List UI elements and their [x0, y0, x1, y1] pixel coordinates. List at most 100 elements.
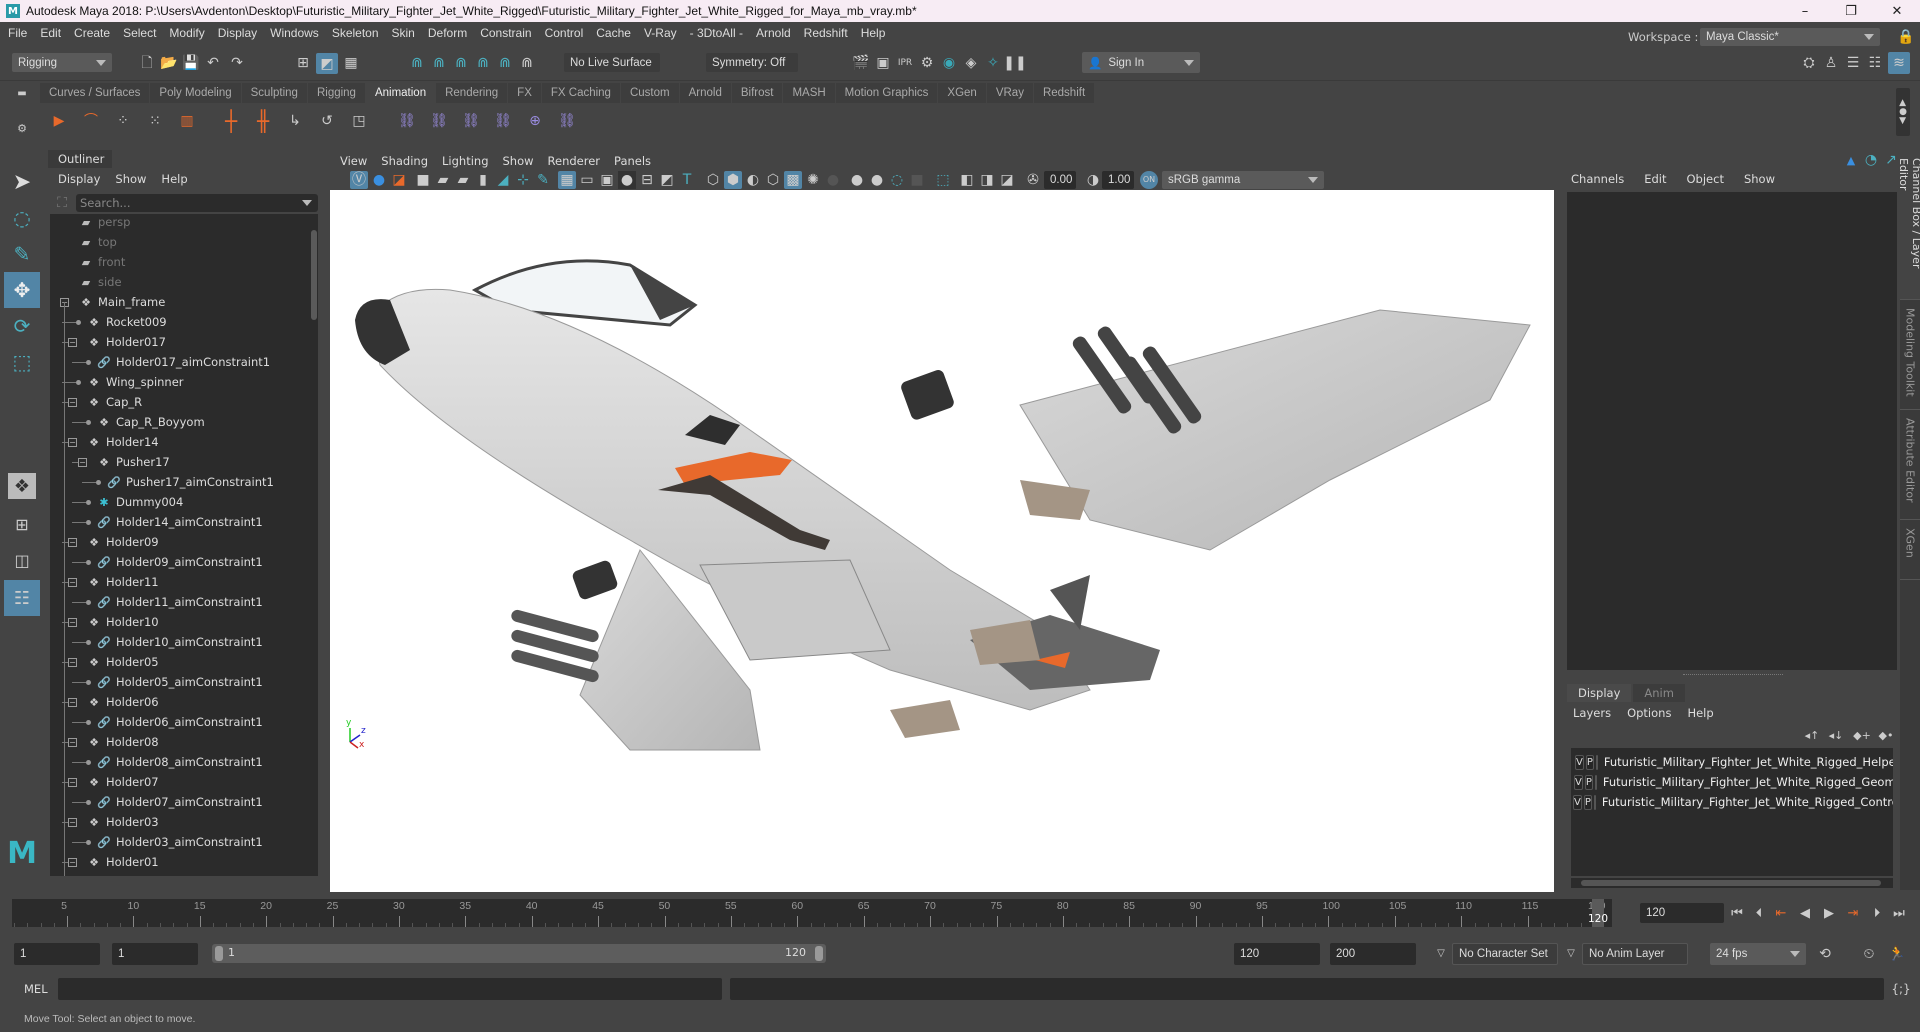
- shelf-tab-motion-graphics[interactable]: Motion Graphics: [835, 83, 938, 103]
- side-tab-modeling-toolkit[interactable]: Modeling Toolkit: [1900, 300, 1920, 410]
- collapse-toggle-icon[interactable]: −: [68, 698, 77, 707]
- grease-pencil-icon[interactable]: ✎: [534, 171, 552, 189]
- depth-of-field-icon[interactable]: ■: [908, 171, 926, 189]
- gate-mask-icon[interactable]: ●: [618, 171, 636, 189]
- new-layer-icon[interactable]: ◆+: [1853, 728, 1871, 742]
- outliner-menu-help[interactable]: Help: [161, 172, 187, 186]
- playback-start-field[interactable]: 1: [112, 943, 198, 965]
- display-type-toggle[interactable]: [1594, 774, 1597, 790]
- collapse-toggle-icon[interactable]: −: [68, 658, 77, 667]
- joint-icon[interactable]: ╫: [250, 108, 276, 134]
- playback-toggle[interactable]: P: [1584, 774, 1593, 790]
- shelf-scroll-icon[interactable]: ▲ ● ▼: [1896, 88, 1910, 136]
- go-to-start-button[interactable]: ⏮: [1728, 903, 1746, 923]
- save-scene-icon[interactable]: 💾: [182, 54, 200, 72]
- shelf-tab-curves-surfaces[interactable]: Curves / Surfaces: [40, 83, 150, 103]
- bookmark-icon[interactable]: ▮: [474, 171, 492, 189]
- gamma-field[interactable]: 1.00: [1102, 171, 1134, 189]
- modeling-toolkit-icon[interactable]: ⛭: [1800, 54, 1818, 72]
- shelf-tab-poly-modeling[interactable]: Poly Modeling: [150, 83, 241, 103]
- workspace-dropdown[interactable]: Maya Classic*: [1700, 28, 1880, 46]
- select-component-icon[interactable]: ▦: [342, 54, 360, 72]
- menu-skin[interactable]: Skin: [392, 26, 415, 40]
- outliner-item[interactable]: 🔗 Holder06_aimConstraint1: [96, 712, 263, 732]
- outliner-item[interactable]: 🔗 Holder017_aimConstraint1: [96, 352, 270, 372]
- shelf-tab-rendering[interactable]: Rendering: [436, 83, 508, 103]
- layer-menu-help[interactable]: Help: [1687, 706, 1713, 720]
- render-region-icon[interactable]: ◪: [390, 171, 408, 189]
- gamma-icon[interactable]: ◑: [1084, 171, 1102, 189]
- four-view-layout[interactable]: ⊞: [4, 506, 40, 542]
- shelf-tab-bifrost[interactable]: Bifrost: [731, 83, 783, 103]
- side-tab-attribute-editor[interactable]: Attribute Editor: [1900, 410, 1920, 520]
- scale-joint-icon[interactable]: ◳: [346, 108, 372, 134]
- menu-display[interactable]: Display: [218, 26, 257, 40]
- shelf-tab-fx[interactable]: FX: [508, 83, 541, 103]
- play-backwards-button[interactable]: ◀: [1796, 903, 1814, 923]
- layer-tab-anim[interactable]: Anim: [1633, 684, 1685, 702]
- symmetry-dropdown[interactable]: Symmetry: Off: [706, 53, 798, 72]
- ambient-occlusion-icon[interactable]: ●: [848, 171, 866, 189]
- image-plane-icon[interactable]: ◢: [494, 171, 512, 189]
- render-view-icon[interactable]: 🎬: [852, 54, 870, 72]
- shelf-tab-sculpting[interactable]: Sculpting: [241, 83, 307, 103]
- field-chart-icon[interactable]: ⊟: [638, 171, 656, 189]
- color-management-toggle-icon[interactable]: ON: [1140, 171, 1158, 189]
- shelf-tab-rigging[interactable]: Rigging: [307, 83, 365, 103]
- layer-tab-display[interactable]: Display: [1567, 684, 1632, 702]
- camera-select-icon[interactable]: ■: [414, 171, 432, 189]
- lasso-tool[interactable]: ◌: [4, 200, 40, 236]
- viewport-menu-view[interactable]: View: [340, 154, 367, 168]
- exposure-field[interactable]: 0.00: [1044, 171, 1076, 189]
- outliner-layout[interactable]: ☷: [4, 580, 40, 616]
- play-forwards-button[interactable]: ▶: [1820, 903, 1838, 923]
- outliner-tab[interactable]: Outliner: [48, 150, 112, 168]
- move-layer-up-icon[interactable]: ◂↑: [1803, 728, 1821, 742]
- character-set-field[interactable]: No Character Set: [1452, 943, 1558, 965]
- current-frame-field[interactable]: 120: [1640, 903, 1724, 923]
- playback-toggle[interactable]: P: [1585, 754, 1594, 770]
- collapse-toggle-icon[interactable]: −: [68, 438, 77, 447]
- pole-vector-constraint-icon[interactable]: ⛓: [554, 108, 580, 134]
- layer-hscrollbar[interactable]: [1571, 878, 1893, 888]
- menu-redshift[interactable]: Redshift: [804, 26, 848, 40]
- visibility-toggle[interactable]: V: [1574, 774, 1583, 790]
- outliner-item[interactable]: ❖ Holder01: [86, 852, 159, 872]
- collapse-toggle-icon[interactable]: −: [68, 778, 77, 787]
- menu-3dtoall[interactable]: - 3DtoAll -: [690, 26, 743, 40]
- range-slider[interactable]: 1 120: [212, 944, 826, 963]
- collapse-toggle-icon[interactable]: −: [68, 338, 77, 347]
- menu-cache[interactable]: Cache: [596, 26, 631, 40]
- step-back-key-button[interactable]: ⇤: [1772, 903, 1790, 923]
- outliner-item[interactable]: 🔗 Holder08_aimConstraint1: [96, 752, 263, 772]
- snap-point-icon[interactable]: ⋒: [452, 54, 470, 72]
- collapse-toggle-icon[interactable]: −: [68, 858, 77, 867]
- step-back-frame-button[interactable]: ⏴: [1750, 903, 1768, 923]
- step-forward-key-button[interactable]: ⇥: [1844, 903, 1862, 923]
- menu-skeleton[interactable]: Skeleton: [332, 26, 379, 40]
- outliner-item[interactable]: ▰ top: [78, 232, 117, 252]
- anim-layer-field[interactable]: No Anim Layer: [1582, 943, 1688, 965]
- viewport-canvas[interactable]: y z x: [330, 190, 1554, 892]
- outliner-menu-display[interactable]: Display: [58, 172, 100, 186]
- layer-menu-layers[interactable]: Layers: [1573, 706, 1611, 720]
- undo-icon[interactable]: ↶: [204, 54, 222, 72]
- open-scene-icon[interactable]: 📂: [160, 54, 178, 72]
- light-editor-icon[interactable]: ✧: [984, 54, 1002, 72]
- ik-handle-icon[interactable]: ┼: [218, 108, 244, 134]
- shelf-tab-redshift[interactable]: Redshift: [1033, 83, 1095, 103]
- side-tab-xgen[interactable]: XGen: [1900, 520, 1920, 580]
- viewport-menu-renderer[interactable]: Renderer: [548, 154, 601, 168]
- single-perspective-layout[interactable]: ❖: [4, 468, 40, 504]
- menu-edit[interactable]: Edit: [40, 26, 61, 40]
- attribute-editor-icon[interactable]: ☰: [1844, 54, 1862, 72]
- shelf-tab-arnold[interactable]: Arnold: [679, 83, 731, 103]
- menu-windows[interactable]: Windows: [270, 26, 319, 40]
- scrollbar-thumb[interactable]: [1581, 880, 1881, 886]
- outliner-item[interactable]: 🔗 Holder09_aimConstraint1: [96, 552, 263, 572]
- command-input[interactable]: [58, 978, 722, 1000]
- xray-joints-icon[interactable]: ◪: [998, 171, 1016, 189]
- collapse-toggle-icon[interactable]: −: [68, 738, 77, 747]
- shelf-tab-mash[interactable]: MASH: [783, 83, 835, 103]
- panel-splitter[interactable]: [1683, 674, 1783, 675]
